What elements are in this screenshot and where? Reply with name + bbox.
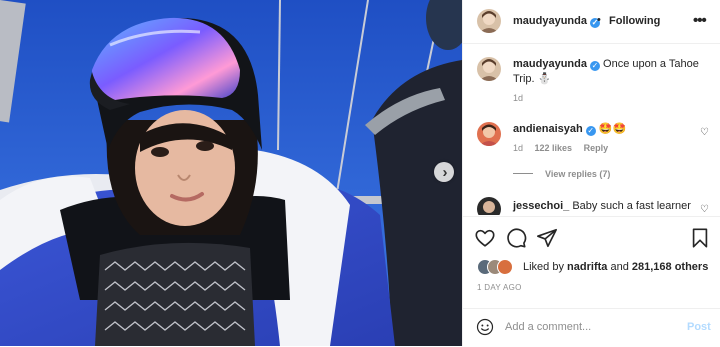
- comment-text: 🤩🤩: [598, 123, 627, 135]
- caption-username[interactable]: maudyayunda: [513, 58, 587, 70]
- comment-like-heart-icon[interactable]: ♡: [700, 204, 709, 215]
- comment-like-heart-icon[interactable]: ♡: [700, 127, 709, 138]
- comment-bubble-icon[interactable]: [505, 227, 527, 249]
- comment-item: jessechoi_ Baby such a fast learner: [513, 199, 703, 214]
- comment-time: 1d: [513, 143, 524, 153]
- following-button[interactable]: Following: [609, 15, 660, 27]
- smiley-icon[interactable]: [476, 318, 494, 336]
- liked-by-avatars: [477, 259, 521, 275]
- header-separator: •: [597, 14, 601, 26]
- heart-icon[interactable]: [474, 227, 496, 249]
- comment-item-clip: jessechoi_ Baby such a fast learner ♡: [463, 192, 720, 215]
- comment-item: andienaisyah ✓ 🤩🤩: [513, 122, 703, 137]
- commenter-avatar[interactable]: [477, 197, 501, 215]
- more-options-icon[interactable]: •••: [693, 12, 707, 29]
- author-username-text[interactable]: maudyayunda: [513, 15, 587, 27]
- commenter-avatar[interactable]: [477, 122, 501, 146]
- comment-username[interactable]: andienaisyah: [513, 123, 583, 135]
- view-replies-label[interactable]: View replies (7): [545, 169, 610, 179]
- verified-badge-icon: ✓: [585, 126, 596, 136]
- liked-by-conjunction: and: [610, 261, 629, 273]
- post-date[interactable]: 1 DAY AGO: [477, 283, 522, 292]
- carousel-next-button[interactable]: ›: [434, 162, 454, 182]
- instagram-post: › maudyayunda ✓ • Following ••• maudyayun…: [0, 0, 720, 346]
- liked-by-others[interactable]: 281,168 others: [632, 261, 708, 273]
- author-avatar[interactable]: [477, 9, 501, 33]
- reply-button[interactable]: Reply: [584, 143, 609, 153]
- add-comment-input[interactable]: [505, 318, 675, 336]
- caption-time: 1d: [513, 93, 524, 103]
- liker-avatar[interactable]: [497, 259, 513, 275]
- comment-username[interactable]: jessechoi_: [513, 200, 569, 212]
- caption-text-block: maudyayunda ✓ Once upon a Tahoe Trip. ⛄: [513, 57, 703, 87]
- comment-likes[interactable]: 122 likes: [535, 143, 573, 153]
- post-header: maudyayunda ✓ • Following •••: [463, 0, 720, 44]
- liked-by-user[interactable]: nadrifta: [567, 261, 607, 273]
- view-replies-button[interactable]: View replies (7): [513, 169, 610, 179]
- comment-text: Baby such a fast learner: [572, 200, 691, 212]
- post-comment-button[interactable]: Post: [687, 321, 711, 333]
- post-side-panel: maudyayunda ✓ • Following ••• maudyayunda…: [462, 0, 720, 346]
- caption-avatar[interactable]: [477, 57, 501, 81]
- liked-by-prefix: Liked by: [523, 261, 564, 273]
- liked-by-text: Liked by nadrifta and 281,168 others: [523, 261, 708, 273]
- add-comment-bar: Post: [463, 308, 720, 347]
- post-actions-bar: [463, 216, 720, 257]
- author-username[interactable]: maudyayunda ✓: [513, 15, 600, 28]
- post-photo[interactable]: ›: [0, 0, 462, 346]
- comment-meta: 1d 122 likes Reply: [513, 143, 608, 153]
- photo-illustration: [0, 0, 462, 346]
- replies-divider: [513, 173, 533, 174]
- bookmark-icon[interactable]: [689, 227, 711, 249]
- chevron-right-icon: ›: [442, 163, 448, 181]
- verified-badge-icon: ✓: [589, 61, 600, 71]
- paper-plane-icon[interactable]: [536, 227, 558, 249]
